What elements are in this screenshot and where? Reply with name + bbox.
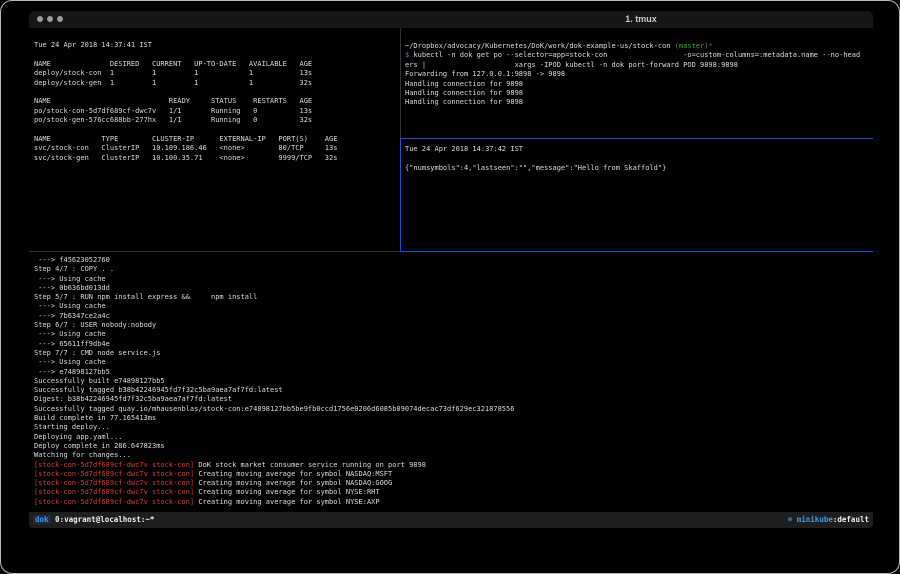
terminal-line: svc/stock-con ClusterIP 10.109.186.46 <n… xyxy=(34,144,394,153)
terminal-line: ---> 65611ff9db4e xyxy=(34,340,870,349)
terminal-line: Step 5/7 : RUN npm install express && np… xyxy=(34,293,870,302)
status-left: dok 0:vagrant@localhost:~* xyxy=(33,512,154,528)
terminal-line: ~/Dropbox/advocacy/Kubernetes/DoK/work/d… xyxy=(405,42,869,51)
session-name-badge[interactable]: dok xyxy=(33,515,51,524)
terminal-line: Handling connection for 9898 xyxy=(405,80,869,89)
terminal-line: Watching for changes... xyxy=(34,451,870,460)
kube-context-indicator: ☸ minikube:default xyxy=(788,512,869,528)
pane-divider-horizontal-active-bottom[interactable] xyxy=(400,251,873,252)
zoom-button-icon[interactable] xyxy=(57,16,63,22)
terminal-window: 1. tmux Tue 24 Apr 2018 14:37:41 IST NAM… xyxy=(29,11,873,528)
pane-divider-horizontal-inactive[interactable] xyxy=(29,251,400,252)
terminal-line: ---> Using cache xyxy=(34,330,870,339)
terminal-line: Successfully built e74898127bb5 xyxy=(34,377,870,386)
terminal-line xyxy=(34,88,394,97)
terminal-line: [stock-con-5d7df689cf-dwc7v stock-con] D… xyxy=(34,461,870,470)
terminal-line: deploy/stock-gen 1 1 1 1 32s xyxy=(34,79,394,88)
window-status-item[interactable]: 0:vagrant@localhost:~* xyxy=(51,515,155,524)
pane-divider-horizontal-active-top[interactable] xyxy=(400,138,873,139)
terminal-line: Tue 24 Apr 2018 14:37:42 IST xyxy=(405,145,869,154)
pane-port-forward[interactable]: ~/Dropbox/advocacy/Kubernetes/DoK/work/d… xyxy=(405,42,869,108)
terminal-line: Step 7/7 : CMD node service.js xyxy=(34,349,870,358)
terminal-line: Successfully tagged b38b42246945fd7f32c5… xyxy=(34,386,870,395)
pane-kubectl-watch[interactable]: Tue 24 Apr 2018 14:37:41 IST NAME DESIRE… xyxy=(34,41,394,163)
terminal-line: ---> 7b6347ce2a4c xyxy=(34,312,870,321)
terminal-line xyxy=(34,50,394,59)
terminal-line: Handling connection for 9898 xyxy=(405,98,869,107)
kube-context-name: minikube xyxy=(792,515,833,524)
terminal-line: Handling connection for 9898 xyxy=(405,89,869,98)
tmux-status-bar: dok 0:vagrant@localhost:~* ☸ minikube:de… xyxy=(29,512,873,528)
traffic-lights xyxy=(37,16,63,22)
terminal-line: NAME READY STATUS RESTARTS AGE xyxy=(34,97,394,106)
terminal-line xyxy=(34,126,394,135)
window-title: 1. tmux xyxy=(625,14,657,24)
pane-divider-vertical-active[interactable] xyxy=(400,138,401,252)
terminal-line: $ kubectl -n dok get po --selector=app=s… xyxy=(405,51,869,60)
terminal-line: Build complete in 77.165413ms xyxy=(34,414,870,423)
terminal-line: [stock-con-5d7df689cf-dwc7v stock-con] C… xyxy=(34,498,870,507)
terminal-line: Starting deploy... xyxy=(34,423,870,432)
terminal-line: NAME DESIRED CURRENT UP-TO-DATE AVAILABL… xyxy=(34,60,394,69)
pane-divider-vertical-inactive[interactable] xyxy=(400,28,401,138)
terminal-line: [stock-con-5d7df689cf-dwc7v stock-con] C… xyxy=(34,479,870,488)
terminal-line: ---> Using cache xyxy=(34,275,870,284)
close-button-icon[interactable] xyxy=(37,16,43,22)
minimize-button-icon[interactable] xyxy=(47,16,53,22)
terminal-line: ---> e74898127bb5 xyxy=(34,368,870,377)
terminal-line: po/stock-con-5d7df689cf-dwc7v 1/1 Runnin… xyxy=(34,107,394,116)
terminal-line: Step 4/7 : COPY . . xyxy=(34,265,870,274)
terminal-line: ---> 0b636bd013dd xyxy=(34,284,870,293)
terminal-line: [stock-con-5d7df689cf-dwc7v stock-con] C… xyxy=(34,488,870,497)
terminal-line: Deploy complete in 286.647823ms xyxy=(34,442,870,451)
terminal-line: ---> Using cache xyxy=(34,302,870,311)
terminal-line: deploy/stock-con 1 1 1 1 13s xyxy=(34,69,394,78)
terminal-line: ers | xargs -IPOD kubectl -n dok port-fo… xyxy=(405,61,869,70)
terminal-line: ---> f45623052760 xyxy=(34,256,870,265)
terminal-line xyxy=(405,154,869,163)
terminal-line: svc/stock-gen ClusterIP 10.100.35.71 <no… xyxy=(34,154,394,163)
window-titlebar: 1. tmux xyxy=(29,11,873,29)
pane-skaffold-log[interactable]: ---> f45623052760Step 4/7 : COPY . . ---… xyxy=(34,256,870,507)
terminal-line: Deploying app.yaml... xyxy=(34,433,870,442)
pane-service-response[interactable]: Tue 24 Apr 2018 14:37:42 IST {"numsymbol… xyxy=(405,145,869,173)
terminal-line: po/stock-gen-576cc688bb-277hx 1/1 Runnin… xyxy=(34,116,394,125)
screenshot-canvas: 1. tmux Tue 24 Apr 2018 14:37:41 IST NAM… xyxy=(0,0,900,574)
terminal-line: Successfully tagged quay.io/mhausenblas/… xyxy=(34,405,870,414)
terminal-line: {"numsymbols":4,"lastseen":"","message":… xyxy=(405,164,869,173)
terminal-line: NAME TYPE CLUSTER-IP EXTERNAL-IP PORT(S)… xyxy=(34,135,394,144)
terminal-line: ---> Using cache xyxy=(34,358,870,367)
terminal-line: Step 6/7 : USER nobody:nobody xyxy=(34,321,870,330)
terminal-line: Tue 24 Apr 2018 14:37:41 IST xyxy=(34,41,394,50)
terminal-line: [stock-con-5d7df689cf-dwc7v stock-con] C… xyxy=(34,470,870,479)
kube-namespace: :default xyxy=(833,515,869,524)
terminal-line: Digest: b38b42246945fd7f32c5ba9aea7af7fd… xyxy=(34,395,870,404)
terminal-line: Forwarding from 127.0.0.1:9898 -> 9898 xyxy=(405,70,869,79)
